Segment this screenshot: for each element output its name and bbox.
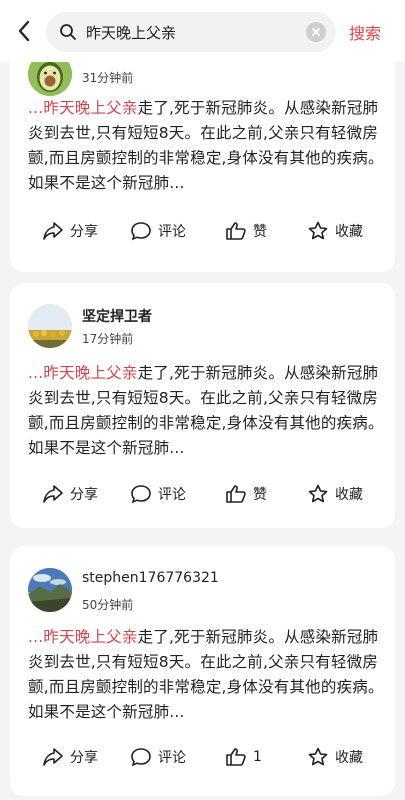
like-button[interactable]: 赞 — [225, 479, 267, 509]
favorite-label: 收藏 — [335, 487, 363, 503]
post-actions: 分享 评论 赞 收藏 — [10, 479, 395, 509]
favorite-button[interactable]: 收藏 — [307, 216, 363, 246]
landscape-avatar-image — [28, 568, 72, 612]
post-content[interactable]: ...昨天晚上父亲走了,死于新冠肺炎。从感染新冠肺炎到去世,只有短短8天。在此之… — [28, 96, 388, 196]
share-icon — [43, 748, 63, 766]
like-label: 赞 — [253, 224, 267, 240]
share-button[interactable]: 分享 — [42, 479, 98, 509]
like-icon — [226, 748, 246, 766]
post-time: 31分钟前 — [82, 71, 134, 85]
favorite-icon — [308, 484, 328, 503]
favorite-button[interactable]: 收藏 — [307, 479, 363, 509]
comment-icon — [131, 485, 151, 504]
post-card[interactable]: 坚定捍卫者 17分钟前 ...昨天晚上父亲走了,死于新冠肺炎。从感染新冠肺炎到去… — [10, 283, 395, 528]
highlighted-keyword: ...昨天晚上父亲 — [28, 628, 138, 646]
post-content[interactable]: ...昨天晚上父亲走了,死于新冠肺炎。从感染新冠肺炎到去世,只有短短8天。在此之… — [28, 361, 388, 461]
highlighted-keyword: ...昨天晚上父亲 — [28, 364, 138, 382]
comment-button[interactable]: 评论 — [130, 216, 186, 246]
sunflower-avatar-image — [28, 304, 72, 348]
share-button[interactable]: 分享 — [42, 742, 98, 772]
comment-button[interactable]: 评论 — [130, 479, 186, 509]
back-button[interactable] — [8, 14, 40, 48]
username[interactable]: stephen176776321 — [82, 570, 219, 586]
clear-icon[interactable] — [306, 22, 326, 42]
post-time: 50分钟前 — [82, 598, 134, 612]
share-icon — [43, 485, 63, 503]
comment-icon — [131, 222, 151, 241]
like-button[interactable]: 赞 — [225, 216, 267, 246]
back-arrow-icon — [18, 20, 30, 42]
post-actions: 分享 评论 赞 收藏 — [10, 216, 395, 246]
favorite-icon — [308, 747, 328, 766]
like-count: 1 — [253, 749, 262, 765]
comment-label: 评论 — [158, 224, 186, 240]
post-card[interactable]: 31分钟前 ...昨天晚上父亲走了,死于新冠肺炎。从感染新冠肺炎到去世,只有短短… — [10, 30, 395, 272]
share-label: 分享 — [70, 487, 98, 503]
comment-button[interactable]: 评论 — [130, 742, 186, 772]
search-icon — [58, 22, 78, 42]
post-actions: 分享 评论 1 收藏 — [10, 742, 395, 772]
avatar[interactable] — [28, 304, 72, 348]
highlighted-keyword: ...昨天晚上父亲 — [28, 99, 138, 117]
share-button[interactable]: 分享 — [42, 216, 98, 246]
search-button[interactable]: 搜索 — [349, 20, 381, 44]
username[interactable]: 坚定捍卫者 — [82, 306, 152, 326]
like-icon — [226, 485, 246, 503]
like-button[interactable]: 1 — [225, 742, 262, 772]
like-icon — [226, 222, 246, 240]
like-label: 赞 — [253, 487, 267, 503]
favorite-label: 收藏 — [335, 750, 363, 766]
comment-icon — [131, 748, 151, 767]
search-header: 搜索 — [0, 0, 405, 62]
search-box[interactable] — [46, 12, 336, 52]
post-content[interactable]: ...昨天晚上父亲走了,死于新冠肺炎。从感染新冠肺炎到去世,只有短短8天。在此之… — [28, 625, 388, 725]
avatar[interactable] — [28, 568, 72, 612]
favorite-label: 收藏 — [335, 224, 363, 240]
share-label: 分享 — [70, 224, 98, 240]
search-results-page: 31分钟前 ...昨天晚上父亲走了,死于新冠肺炎。从感染新冠肺炎到去世,只有短短… — [0, 0, 405, 800]
favorite-icon — [308, 221, 328, 240]
search-input[interactable] — [86, 23, 286, 41]
comment-label: 评论 — [158, 487, 186, 503]
post-time: 17分钟前 — [82, 332, 134, 346]
comment-label: 评论 — [158, 750, 186, 766]
favorite-button[interactable]: 收藏 — [307, 742, 363, 772]
share-label: 分享 — [70, 750, 98, 766]
post-card[interactable]: stephen176776321 50分钟前 ...昨天晚上父亲走了,死于新冠肺… — [10, 546, 395, 796]
share-icon — [43, 222, 63, 240]
